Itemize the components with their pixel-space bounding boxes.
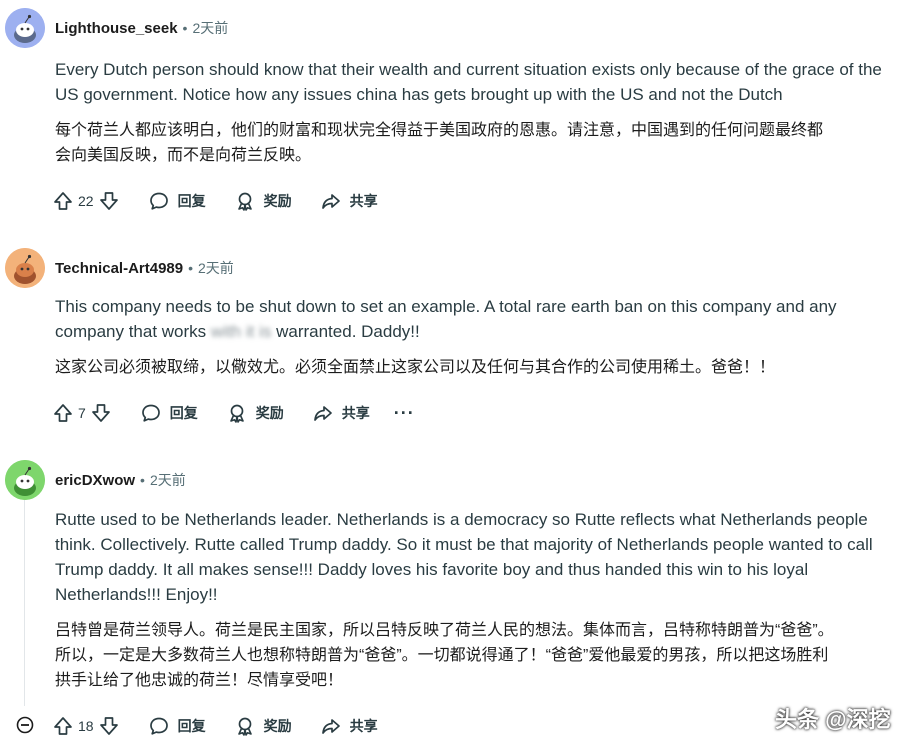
award-label: 奖励	[255, 405, 284, 421]
text-line: think. Collectively. Rutte called Trump …	[55, 535, 873, 554]
snoo-avatar-icon	[5, 8, 45, 48]
text-line: US government. Notice how any issues chi…	[55, 85, 783, 104]
username[interactable]: Technical-Art4989	[55, 260, 183, 277]
award-button[interactable]: 奖励	[226, 398, 284, 428]
comment-body-chinese: 吕特曾是荷兰领导人。荷兰是民主国家，所以吕特反映了荷兰人民的想法。集体而言，吕特…	[55, 618, 910, 693]
timestamp: 2天前	[198, 260, 234, 276]
arrow-down-icon	[99, 192, 118, 210]
upvote-button[interactable]	[52, 398, 74, 428]
share-button[interactable]: 共享	[320, 186, 378, 216]
upvote-button[interactable]	[52, 186, 74, 216]
blurred-text: with it is	[210, 322, 272, 341]
share-button[interactable]: 共享	[312, 398, 370, 428]
text-line: Netherlands!!! Enjoy!!	[55, 585, 218, 604]
award-ribbon-icon	[229, 404, 244, 423]
comment-body-english: Rutte used to be Netherlands leader. Net…	[55, 507, 910, 607]
reply-button[interactable]: 回复	[140, 398, 198, 428]
comment-header: Technical-Art4989 • 2天前	[5, 248, 234, 288]
share-arrow-icon	[313, 406, 332, 421]
comment-header: ericDXwow • 2天前	[5, 460, 186, 500]
thread-line	[24, 496, 25, 706]
reply-label: 回复	[177, 718, 206, 734]
text-line: This company needs to be shut down to se…	[55, 297, 837, 316]
award-button[interactable]: 奖励	[234, 186, 292, 216]
downvote-button[interactable]	[98, 186, 120, 216]
arrow-up-icon	[54, 404, 72, 422]
snoo-avatar-icon	[5, 248, 45, 288]
speech-bubble-icon	[149, 717, 168, 735]
avatar[interactable]	[5, 248, 45, 288]
comment-header: Lighthouse_seek • 2天前	[5, 8, 228, 48]
more-options-button[interactable]: ···	[394, 404, 415, 422]
text-line: 吕特曾是荷兰领导人。荷兰是民主国家，所以吕特反映了荷兰人民的想法。集体而言，吕特…	[55, 622, 834, 639]
timestamp: 2天前	[149, 472, 186, 488]
comment-body-english: Every Dutch person should know that thei…	[55, 57, 910, 107]
award-button[interactable]: 奖励	[234, 711, 292, 741]
comment-body-chinese: 每个荷兰人都应该明白，他们的财富和现状完全得益于美国政府的恩惠。请注意，中国遇到…	[55, 118, 910, 168]
share-arrow-icon	[321, 719, 340, 734]
reply-button[interactable]: 回复	[148, 711, 206, 741]
action-bar: 18 回复 奖励 共享	[52, 711, 378, 741]
text-line: 会向美国反映，而不是向荷兰反映。	[55, 147, 312, 164]
arrow-down-icon	[99, 717, 118, 735]
collapse-minus-icon	[16, 716, 34, 734]
username[interactable]: Lighthouse_seek	[55, 20, 178, 37]
text-line: Trump daddy. It all makes sense!!! Daddy…	[55, 560, 809, 579]
downvote-button[interactable]	[98, 711, 120, 741]
share-arrow-icon	[321, 194, 340, 209]
text-line: Every Dutch person should know that thei…	[55, 60, 882, 79]
share-label: 共享	[349, 193, 378, 209]
watermark: 头条 @深挖	[775, 707, 891, 732]
upvote-button[interactable]	[52, 711, 74, 741]
timestamp: 2天前	[192, 20, 229, 36]
text-line: 拱手让给了他忠诚的荷兰！尽情享受吧！	[55, 672, 344, 689]
action-bar: 22 回复 奖励 共享	[52, 186, 378, 216]
separator-dot: •	[182, 20, 188, 36]
speech-bubble-icon	[141, 404, 160, 422]
reply-button[interactable]: 回复	[148, 186, 206, 216]
snoo-avatar-icon	[5, 460, 45, 500]
comment-body-chinese: 这家公司必须被取缔，以儆效尤。必须全面禁止这家公司以及任何与其合作的公司使用稀土…	[55, 355, 910, 380]
avatar[interactable]	[5, 8, 45, 48]
vote-count: 7	[78, 405, 86, 421]
award-ribbon-icon	[237, 192, 252, 211]
text-segment: warranted. Daddy!!	[271, 322, 420, 341]
text-line: 所以，一定是大多数荷兰人也想称特朗普为“爸爸”。一切都说得通了！“爸爸”爱他最爱…	[55, 647, 829, 664]
text-segment: company that works	[55, 322, 211, 341]
speech-bubble-icon	[149, 192, 168, 210]
award-ribbon-icon	[237, 717, 252, 736]
separator-dot: •	[140, 472, 145, 488]
vote-count: 18	[78, 718, 94, 734]
vote-count: 22	[78, 193, 94, 209]
arrow-down-icon	[91, 404, 110, 422]
username[interactable]: ericDXwow	[55, 472, 135, 489]
arrow-up-icon	[54, 192, 72, 210]
reply-label: 回复	[177, 193, 206, 209]
share-label: 共享	[349, 718, 378, 734]
share-button[interactable]: 共享	[320, 711, 378, 741]
text-line: company that works with it is warranted.…	[55, 319, 910, 344]
downvote-button[interactable]	[90, 398, 112, 428]
collapse-thread-button[interactable]	[16, 716, 34, 734]
text-line: 这家公司必须被取缔，以儆效尤。必须全面禁止这家公司以及任何与其合作的公司使用稀土…	[55, 359, 776, 376]
avatar[interactable]	[5, 460, 45, 500]
award-label: 奖励	[263, 193, 292, 209]
comment-body-english: This company needs to be shut down to se…	[55, 294, 910, 344]
text-line: 每个荷兰人都应该明白，他们的财富和现状完全得益于美国政府的恩惠。请注意，中国遇到…	[55, 122, 824, 139]
reply-label: 回复	[169, 405, 198, 421]
action-bar: 7 回复 奖励 共享 ···	[52, 398, 415, 428]
text-line: Rutte used to be Netherlands leader. Net…	[55, 510, 868, 529]
arrow-up-icon	[54, 717, 72, 735]
share-label: 共享	[341, 405, 370, 421]
separator-dot: •	[188, 260, 194, 276]
award-label: 奖励	[263, 718, 292, 734]
